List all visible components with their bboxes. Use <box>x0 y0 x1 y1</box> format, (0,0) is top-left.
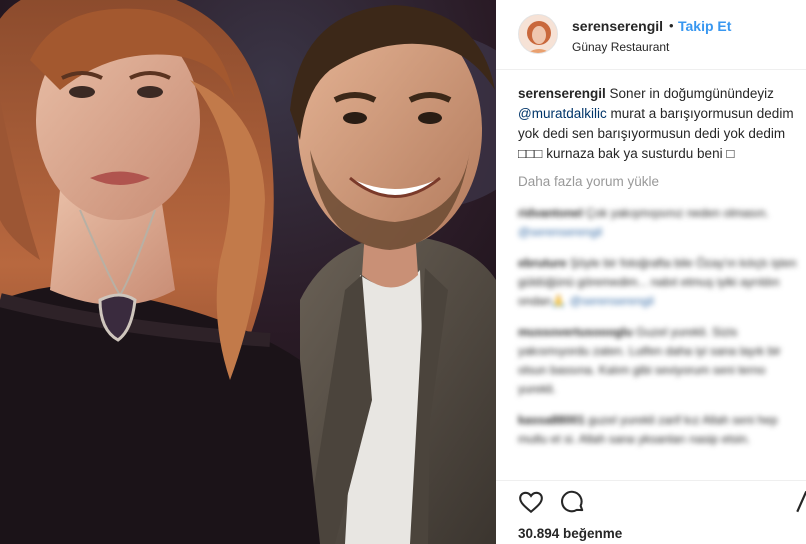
comment-username[interactable]: ridvantoneI <box>518 206 583 220</box>
avatar[interactable] <box>518 14 558 54</box>
comment-item: ebruture Şöyle bir fotoğrafta bile Özay'… <box>518 254 800 311</box>
caption-mention[interactable]: @muratdalkilic <box>518 106 607 121</box>
follow-button[interactable]: Takip Et <box>678 18 731 34</box>
post-photo-image <box>0 0 496 544</box>
location-link[interactable]: Günay Restaurant <box>572 40 669 54</box>
heart-outline-icon[interactable] <box>518 489 544 515</box>
comment-bubble-icon[interactable] <box>560 489 586 515</box>
caption-text-1: Soner in doğumgünündeyiz <box>605 86 774 101</box>
post-header: serenserengil • Takip Et Günay Restauran… <box>496 0 806 70</box>
action-bar: 30.894 beğenme <box>496 480 806 544</box>
comment-mention[interactable]: @serenserengil <box>518 225 602 239</box>
header-username[interactable]: serenserengil <box>572 18 663 34</box>
comment-username[interactable]: ebruture <box>518 256 567 270</box>
comment-item: ridvantoneI Çok yakışmışsınız neden olma… <box>518 204 800 242</box>
man-figure <box>290 5 496 544</box>
post-photo <box>0 0 496 544</box>
comment-item: kassa88001 guzel yurekli zarif kız Allah… <box>518 411 800 449</box>
post-sidebar: serenserengil • Takip Et Günay Restauran… <box>496 0 806 544</box>
caption: serenserengil Soner in doğumgünündeyiz @… <box>518 84 800 164</box>
comment-mention[interactable]: @serenserengil <box>570 294 654 308</box>
likes-count[interactable]: 30.894 beğenme <box>518 526 622 541</box>
load-more-comments[interactable]: Daha fazla yorum yükle <box>518 172 800 192</box>
comment-text: Çok yakışmışsınız neden olmasın. <box>582 206 769 220</box>
header-separator: • <box>669 18 674 33</box>
comment-username[interactable]: kassa88001 <box>518 413 585 427</box>
share-icon[interactable] <box>794 489 806 515</box>
comment-username[interactable]: mussovertusoooglu <box>518 325 633 339</box>
caption-username[interactable]: serenserengil <box>518 86 606 101</box>
comment-item: mussovertusoooglu Guzel yurekli. Sizis y… <box>518 323 800 399</box>
comments-section: serenserengil Soner in doğumgünündeyiz @… <box>518 84 800 449</box>
